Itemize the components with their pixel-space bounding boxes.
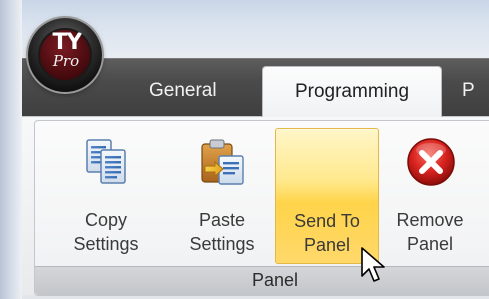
panel-group-label: Panel: [251, 270, 299, 290]
tab-general-label: General: [149, 80, 217, 101]
send-to-panel-label-line1: Send To: [294, 211, 360, 231]
paste-settings-button[interactable]: Paste Settings: [171, 128, 273, 262]
remove-panel-label-line2: Panel: [406, 234, 454, 254]
send-to-panel-label-line2: Panel: [303, 235, 351, 255]
tab-general[interactable]: General: [149, 66, 239, 116]
send-to-panel-button[interactable]: Send To Panel: [275, 128, 379, 264]
tab-partial[interactable]: P: [462, 66, 489, 116]
remove-panel-label-line1: Remove: [396, 210, 464, 230]
tab-programming[interactable]: Programming: [262, 66, 442, 117]
paste-settings-label-line1: Paste: [198, 210, 246, 230]
paste-settings-label-line2: Settings: [189, 234, 255, 254]
application-menu-button[interactable]: TY Pro: [28, 18, 102, 92]
copy-settings-button[interactable]: Copy Settings: [55, 128, 157, 262]
tab-partial-label: P: [462, 80, 475, 101]
red-x-remove-icon: [407, 138, 455, 186]
logo-sub-text: Pro: [52, 52, 80, 70]
typro-logo: TY Pro: [38, 28, 92, 82]
tab-programming-label: Programming: [294, 81, 410, 102]
copy-settings-label-line2: Settings: [73, 234, 139, 254]
remove-panel-button[interactable]: Remove Panel: [379, 128, 481, 262]
window-frame-left: [0, 0, 22, 299]
paste-clipboard-icon: [201, 139, 244, 185]
copy-documents-icon: [86, 139, 126, 184]
copy-settings-label-line1: Copy: [84, 210, 128, 230]
